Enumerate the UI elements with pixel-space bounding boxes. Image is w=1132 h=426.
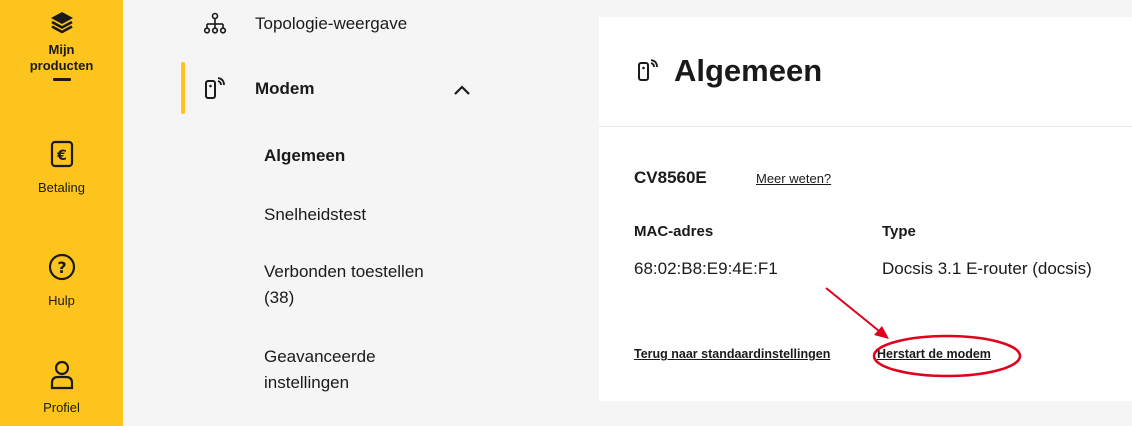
card-header: Algemeen <box>599 17 1132 127</box>
chevron-up-icon[interactable] <box>453 84 471 96</box>
layers-icon <box>50 12 73 34</box>
rail-label: Hulp <box>48 293 75 308</box>
page-title: Algemeen <box>674 53 823 88</box>
subnav-item-geavanceerde-instellingen[interactable]: Geavanceerde instellingen <box>264 344 414 396</box>
nav-item-modem[interactable]: Modem <box>203 77 475 101</box>
subnav-item-algemeen[interactable]: Algemeen <box>264 143 504 169</box>
active-section-bar <box>181 62 185 114</box>
rail-item-mijn-producten[interactable]: Mijn producten <box>0 10 123 81</box>
svg-text:€: € <box>56 148 67 164</box>
rail-label: Mijn producten <box>29 42 94 73</box>
restart-modem-link[interactable]: Herstart de modem <box>877 347 991 361</box>
help-icon: ? <box>48 253 75 281</box>
type-value: Docsis 3.1 E-router (docsis) <box>882 259 1092 278</box>
nav-label: Topologie-weergave <box>255 14 408 33</box>
main-rail: Mijn producten € Betaling ? Hulp Profiel <box>0 0 123 426</box>
euro-icon: € <box>50 140 73 168</box>
subnav-item-snelheidstest[interactable]: Snelheidstest <box>264 202 504 228</box>
nav-label: Modem <box>255 79 315 98</box>
subnav-item-verbonden-toestellen[interactable]: Verbonden toestellen (38) <box>264 259 454 311</box>
rail-item-betaling[interactable]: € Betaling <box>0 140 123 195</box>
content-card: Algemeen CV8560E Meer weten? MAC-adres T… <box>599 17 1132 401</box>
rail-item-profiel[interactable]: Profiel <box>0 360 123 415</box>
rail-item-hulp[interactable]: ? Hulp <box>0 253 123 308</box>
nav-item-topology[interactable]: Topologie-weergave <box>203 12 407 36</box>
rail-label: Profiel <box>43 400 80 415</box>
active-indicator <box>52 78 71 81</box>
sub-navigation: Topologie-weergave Modem Algemeen Snelhe… <box>123 0 599 426</box>
modem-icon <box>638 59 658 81</box>
reset-defaults-link[interactable]: Terug naar standaardinstellingen <box>634 347 830 361</box>
modem-model: CV8560E <box>634 168 707 187</box>
modem-icon <box>205 77 225 99</box>
svg-text:?: ? <box>57 258 66 277</box>
type-label: Type <box>882 223 916 240</box>
mac-label: MAC-adres <box>634 223 714 240</box>
profile-icon <box>50 360 73 390</box>
topology-icon <box>203 12 227 34</box>
mac-value: 68:02:B8:E9:4E:F1 <box>634 259 778 278</box>
rail-label: Betaling <box>38 180 85 195</box>
more-info-link[interactable]: Meer weten? <box>756 171 831 186</box>
